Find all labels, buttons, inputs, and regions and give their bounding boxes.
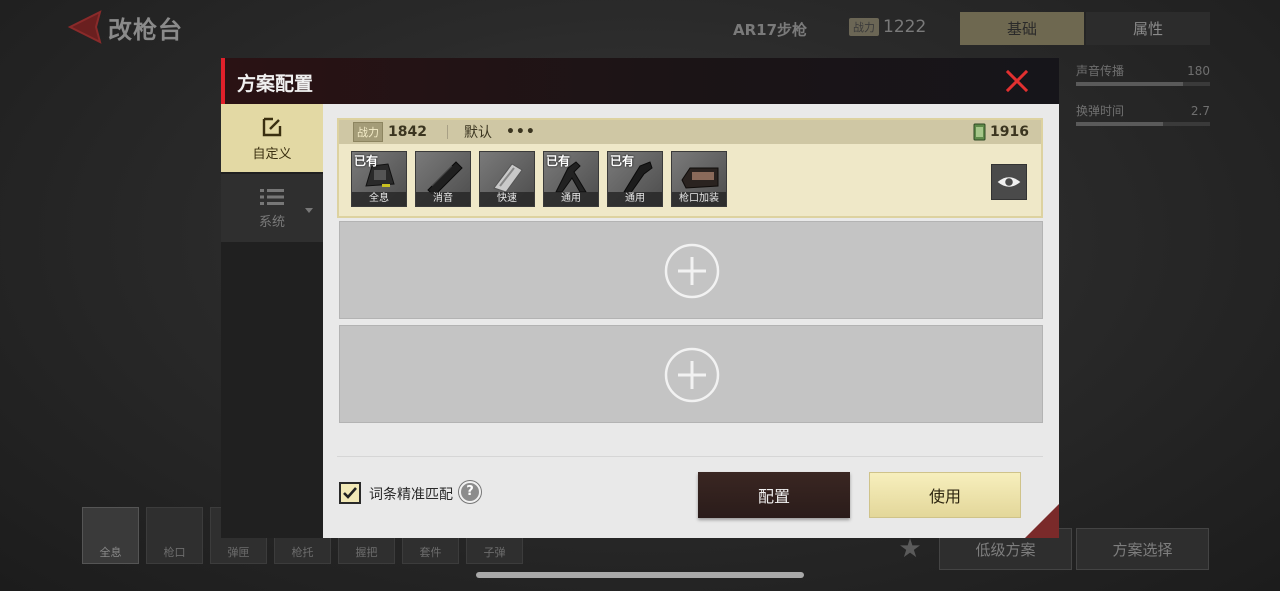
- edit-icon: [262, 117, 282, 136]
- add-plan-slot[interactable]: [339, 221, 1043, 319]
- part-slot[interactable]: 已有 全息: [351, 151, 407, 207]
- plan-parts: 已有 全息 消音 快速 已有 通用 已有 通用 枪口加装: [351, 151, 727, 207]
- stat-list: 声音传播 180 换弹时间 2.7: [1076, 62, 1210, 142]
- muzzle-kit-icon: [681, 167, 719, 189]
- cash-icon: [973, 123, 986, 141]
- dialog-header: 方案配置: [221, 58, 1059, 104]
- suppressor-icon: [427, 161, 463, 194]
- chevron-down-icon: [305, 208, 313, 213]
- quick-mag-icon: [493, 163, 523, 193]
- weapon-power: 战力 1222: [849, 17, 926, 37]
- help-icon[interactable]: ?: [459, 481, 481, 503]
- add-plan-slot[interactable]: [339, 325, 1043, 423]
- part-slot[interactable]: 已有 通用: [543, 151, 599, 207]
- part-slot[interactable]: 快速: [479, 151, 535, 207]
- plan-price: 1916: [973, 123, 1029, 141]
- precise-match-checkbox[interactable]: [339, 482, 361, 504]
- slot-sight[interactable]: 全息: [82, 507, 139, 564]
- power-value: 1222: [883, 17, 927, 37]
- nav-custom-label: 自定义: [252, 146, 292, 162]
- plan-type-nav: 自定义 系统: [221, 104, 323, 538]
- use-button[interactable]: 使用: [869, 472, 1021, 518]
- part-slot[interactable]: 消音: [415, 151, 471, 207]
- plan-name: 默认: [463, 125, 492, 141]
- part-slot[interactable]: 已有 通用: [607, 151, 663, 207]
- slot-muzzle[interactable]: 枪口: [146, 507, 203, 564]
- dialog-title: 方案配置: [237, 73, 314, 95]
- page-title: 改枪台: [108, 16, 183, 44]
- stat-row: 换弹时间 2.7: [1076, 102, 1210, 142]
- part-slot[interactable]: 枪口加装: [671, 151, 727, 207]
- tab-basic[interactable]: 基础: [960, 12, 1084, 45]
- precise-match-label: 词条精准匹配: [369, 487, 453, 503]
- corner-decoration: [1025, 504, 1059, 538]
- nav-system-label: 系统: [258, 214, 285, 230]
- checkmark-icon: [343, 487, 357, 499]
- plan-card-header: 战力 1842 默认 ••• 1916: [339, 120, 1041, 144]
- stat-bar: [1076, 122, 1210, 126]
- power-tag: 战力: [849, 18, 879, 36]
- home-indicator[interactable]: [476, 572, 804, 578]
- plan-select-button[interactable]: 方案选择: [1076, 528, 1209, 570]
- weapon-name: AR17步枪: [733, 21, 808, 39]
- tab-attributes[interactable]: 属性: [1086, 12, 1210, 45]
- stat-label: 换弹时间: [1076, 104, 1125, 118]
- add-icon: [664, 243, 720, 299]
- stat-row: 声音传播 180: [1076, 62, 1210, 102]
- add-icon: [664, 347, 720, 403]
- nav-custom[interactable]: 自定义: [221, 104, 323, 172]
- stat-bar: [1076, 82, 1210, 86]
- plan-config-dialog: 方案配置 自定义 系统 战力 1842 默认 ••• 1916 已有 全息 消音…: [221, 58, 1059, 538]
- stat-tabs: 基础 属性: [960, 12, 1210, 45]
- preview-eye-icon[interactable]: [991, 164, 1027, 200]
- config-button[interactable]: 配置: [698, 472, 850, 518]
- stat-value: 180: [1187, 64, 1210, 78]
- plan-power: 1842: [388, 124, 427, 140]
- power-tag: 战力: [353, 122, 383, 142]
- stat-value: 2.7: [1190, 104, 1210, 118]
- list-icon: [260, 188, 284, 205]
- back-arrow-icon[interactable]: [66, 10, 102, 44]
- plan-card[interactable]: 战力 1842 默认 ••• 1916 已有 全息 消音 快速 已有 通用 已有…: [337, 118, 1043, 218]
- close-icon[interactable]: [999, 63, 1035, 99]
- more-options-icon[interactable]: •••: [506, 124, 536, 140]
- nav-system[interactable]: 系统: [221, 174, 323, 242]
- stat-label: 声音传播: [1076, 64, 1125, 78]
- favorite-star-icon[interactable]: ★: [895, 534, 925, 564]
- plan-content: 战力 1842 默认 ••• 1916 已有 全息 消音 快速 已有 通用 已有…: [323, 104, 1059, 538]
